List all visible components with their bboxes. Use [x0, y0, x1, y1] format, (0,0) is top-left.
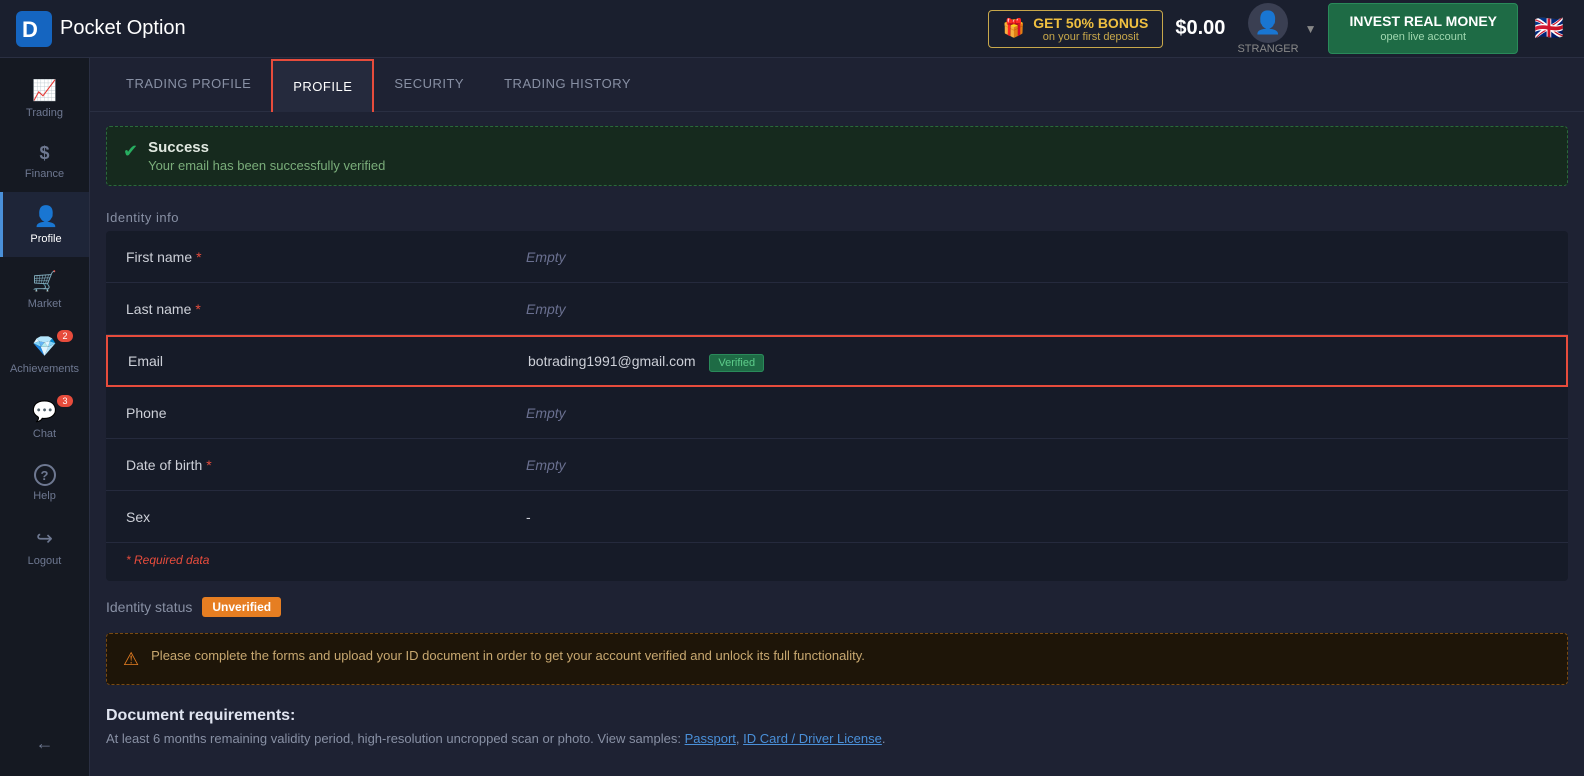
sidebar-label-help: Help	[33, 490, 56, 502]
sidebar-arrow-icon[interactable]: ←	[26, 723, 64, 764]
chat-badge: 3	[57, 395, 73, 407]
doc-title: Document requirements:	[106, 707, 1568, 725]
layout: 📈 Trading $ Finance 👤 Profile 🛒 Market 💎…	[0, 58, 1584, 776]
sidebar-label-logout: Logout	[28, 555, 62, 567]
gift-icon: 🎁	[1003, 18, 1025, 39]
doc-requirements-section: Document requirements: At least 6 months…	[90, 693, 1584, 756]
trading-icon: 📈	[32, 78, 57, 103]
id-card-link[interactable]: ID Card / Driver License	[743, 731, 882, 746]
logo-icon: D	[16, 11, 52, 47]
flag-icon[interactable]: 🇬🇧	[1530, 15, 1568, 43]
sidebar-item-trading[interactable]: 📈 Trading	[0, 66, 89, 131]
topnav: D Pocket Option 🎁 GET 50% BONUS on your …	[0, 0, 1584, 58]
table-row: First name* Empty	[106, 231, 1568, 283]
field-label-first-name: First name*	[126, 249, 526, 265]
logo-area: D Pocket Option	[16, 11, 976, 47]
tab-trading-profile[interactable]: TRADING PROFILE	[106, 58, 271, 111]
passport-link[interactable]: Passport	[685, 731, 736, 746]
warning-text: Please complete the forms and upload you…	[151, 648, 865, 663]
profile-icon: 👤	[34, 204, 59, 229]
sidebar: 📈 Trading $ Finance 👤 Profile 🛒 Market 💎…	[0, 58, 90, 776]
balance-display: $0.00	[1175, 17, 1225, 40]
required-note: * Required data	[106, 543, 1568, 581]
identity-section-title: Identity info	[90, 200, 1584, 231]
sidebar-item-help[interactable]: ? Help	[0, 452, 89, 514]
field-value-phone: Empty	[526, 405, 1548, 421]
verified-badge: Verified	[709, 354, 764, 372]
success-banner: ✔ Success Your email has been successful…	[106, 126, 1568, 186]
field-label-sex: Sex	[126, 509, 526, 525]
sidebar-item-profile[interactable]: 👤 Profile	[0, 192, 89, 257]
user-area[interactable]: 👤 STRANGER ▼	[1237, 3, 1316, 55]
help-icon: ?	[34, 464, 56, 486]
sidebar-item-market[interactable]: 🛒 Market	[0, 257, 89, 322]
tabs-bar: TRADING PROFILE PROFILE SECURITY TRADING…	[90, 58, 1584, 112]
bonus-sub-label: on your first deposit	[1033, 31, 1148, 43]
warning-box: ⚠ Please complete the forms and upload y…	[106, 633, 1568, 685]
identity-status-section: Identity status Unverified	[90, 581, 1584, 625]
tab-profile[interactable]: PROFILE	[271, 59, 374, 112]
field-label-phone: Phone	[126, 405, 526, 421]
field-value-email: botrading1991@gmail.com Verified	[528, 353, 1546, 369]
logout-icon: ↪	[36, 526, 53, 551]
invest-main-label: INVEST REAL MONEY	[1349, 12, 1497, 30]
stranger-label: STRANGER	[1237, 43, 1298, 55]
doc-text: At least 6 months remaining validity per…	[106, 731, 1568, 746]
tab-trading-history[interactable]: TRADING HISTORY	[484, 58, 651, 111]
avatar: 👤	[1248, 3, 1288, 43]
tab-security[interactable]: SECURITY	[374, 58, 484, 111]
sidebar-label-market: Market	[28, 298, 62, 310]
topnav-right: 🎁 GET 50% BONUS on your first deposit $0…	[988, 3, 1568, 55]
table-row: Phone Empty	[106, 387, 1568, 439]
identity-table: First name* Empty Last name* Empty Email…	[106, 231, 1568, 581]
main-content: TRADING PROFILE PROFILE SECURITY TRADING…	[90, 58, 1584, 776]
field-label-email: Email	[128, 353, 528, 369]
field-label-dob: Date of birth*	[126, 457, 526, 473]
bonus-main-label: GET 50% BONUS	[1033, 15, 1148, 31]
sidebar-label-trading: Trading	[26, 107, 63, 119]
table-row: Sex -	[106, 491, 1568, 543]
success-title: Success	[148, 139, 385, 156]
bonus-button[interactable]: 🎁 GET 50% BONUS on your first deposit	[988, 10, 1164, 48]
achievements-badge: 2	[57, 330, 73, 342]
table-row: Last name* Empty	[106, 283, 1568, 335]
warning-icon: ⚠	[123, 649, 139, 670]
chevron-down-icon: ▼	[1305, 22, 1317, 36]
invest-sub-label: open live account	[1349, 30, 1497, 44]
sidebar-label-profile: Profile	[30, 233, 61, 245]
table-row-email: Email botrading1991@gmail.com Verified	[106, 335, 1568, 387]
logo-text: Pocket Option	[60, 17, 186, 40]
svg-text:D: D	[22, 17, 38, 42]
sidebar-item-finance[interactable]: $ Finance	[0, 131, 89, 192]
field-label-last-name: Last name*	[126, 301, 526, 317]
sidebar-label-achievements: Achievements	[10, 363, 79, 375]
sidebar-label-chat: Chat	[33, 428, 56, 440]
field-value-dob: Empty	[526, 457, 1548, 473]
sidebar-label-finance: Finance	[25, 168, 64, 180]
success-subtitle: Your email has been successfully verifie…	[148, 158, 385, 173]
success-icon: ✔	[123, 141, 138, 162]
market-icon: 🛒	[32, 269, 57, 294]
sidebar-item-achievements[interactable]: 💎 Achievements 2	[0, 322, 89, 387]
field-value-last-name: Empty	[526, 301, 1548, 317]
sidebar-item-logout[interactable]: ↪ Logout	[0, 514, 89, 579]
chat-icon: 💬	[32, 399, 57, 424]
sidebar-item-chat[interactable]: 💬 Chat 3	[0, 387, 89, 452]
identity-status-label: Identity status	[106, 599, 192, 615]
unverified-badge: Unverified	[202, 597, 281, 617]
finance-icon: $	[39, 143, 49, 164]
sidebar-bottom: ←	[0, 723, 89, 776]
achievements-icon: 💎	[32, 334, 57, 359]
field-value-sex: -	[526, 509, 1548, 525]
invest-button[interactable]: INVEST REAL MONEY open live account	[1328, 3, 1518, 53]
field-value-first-name: Empty	[526, 249, 1548, 265]
table-row: Date of birth* Empty	[106, 439, 1568, 491]
